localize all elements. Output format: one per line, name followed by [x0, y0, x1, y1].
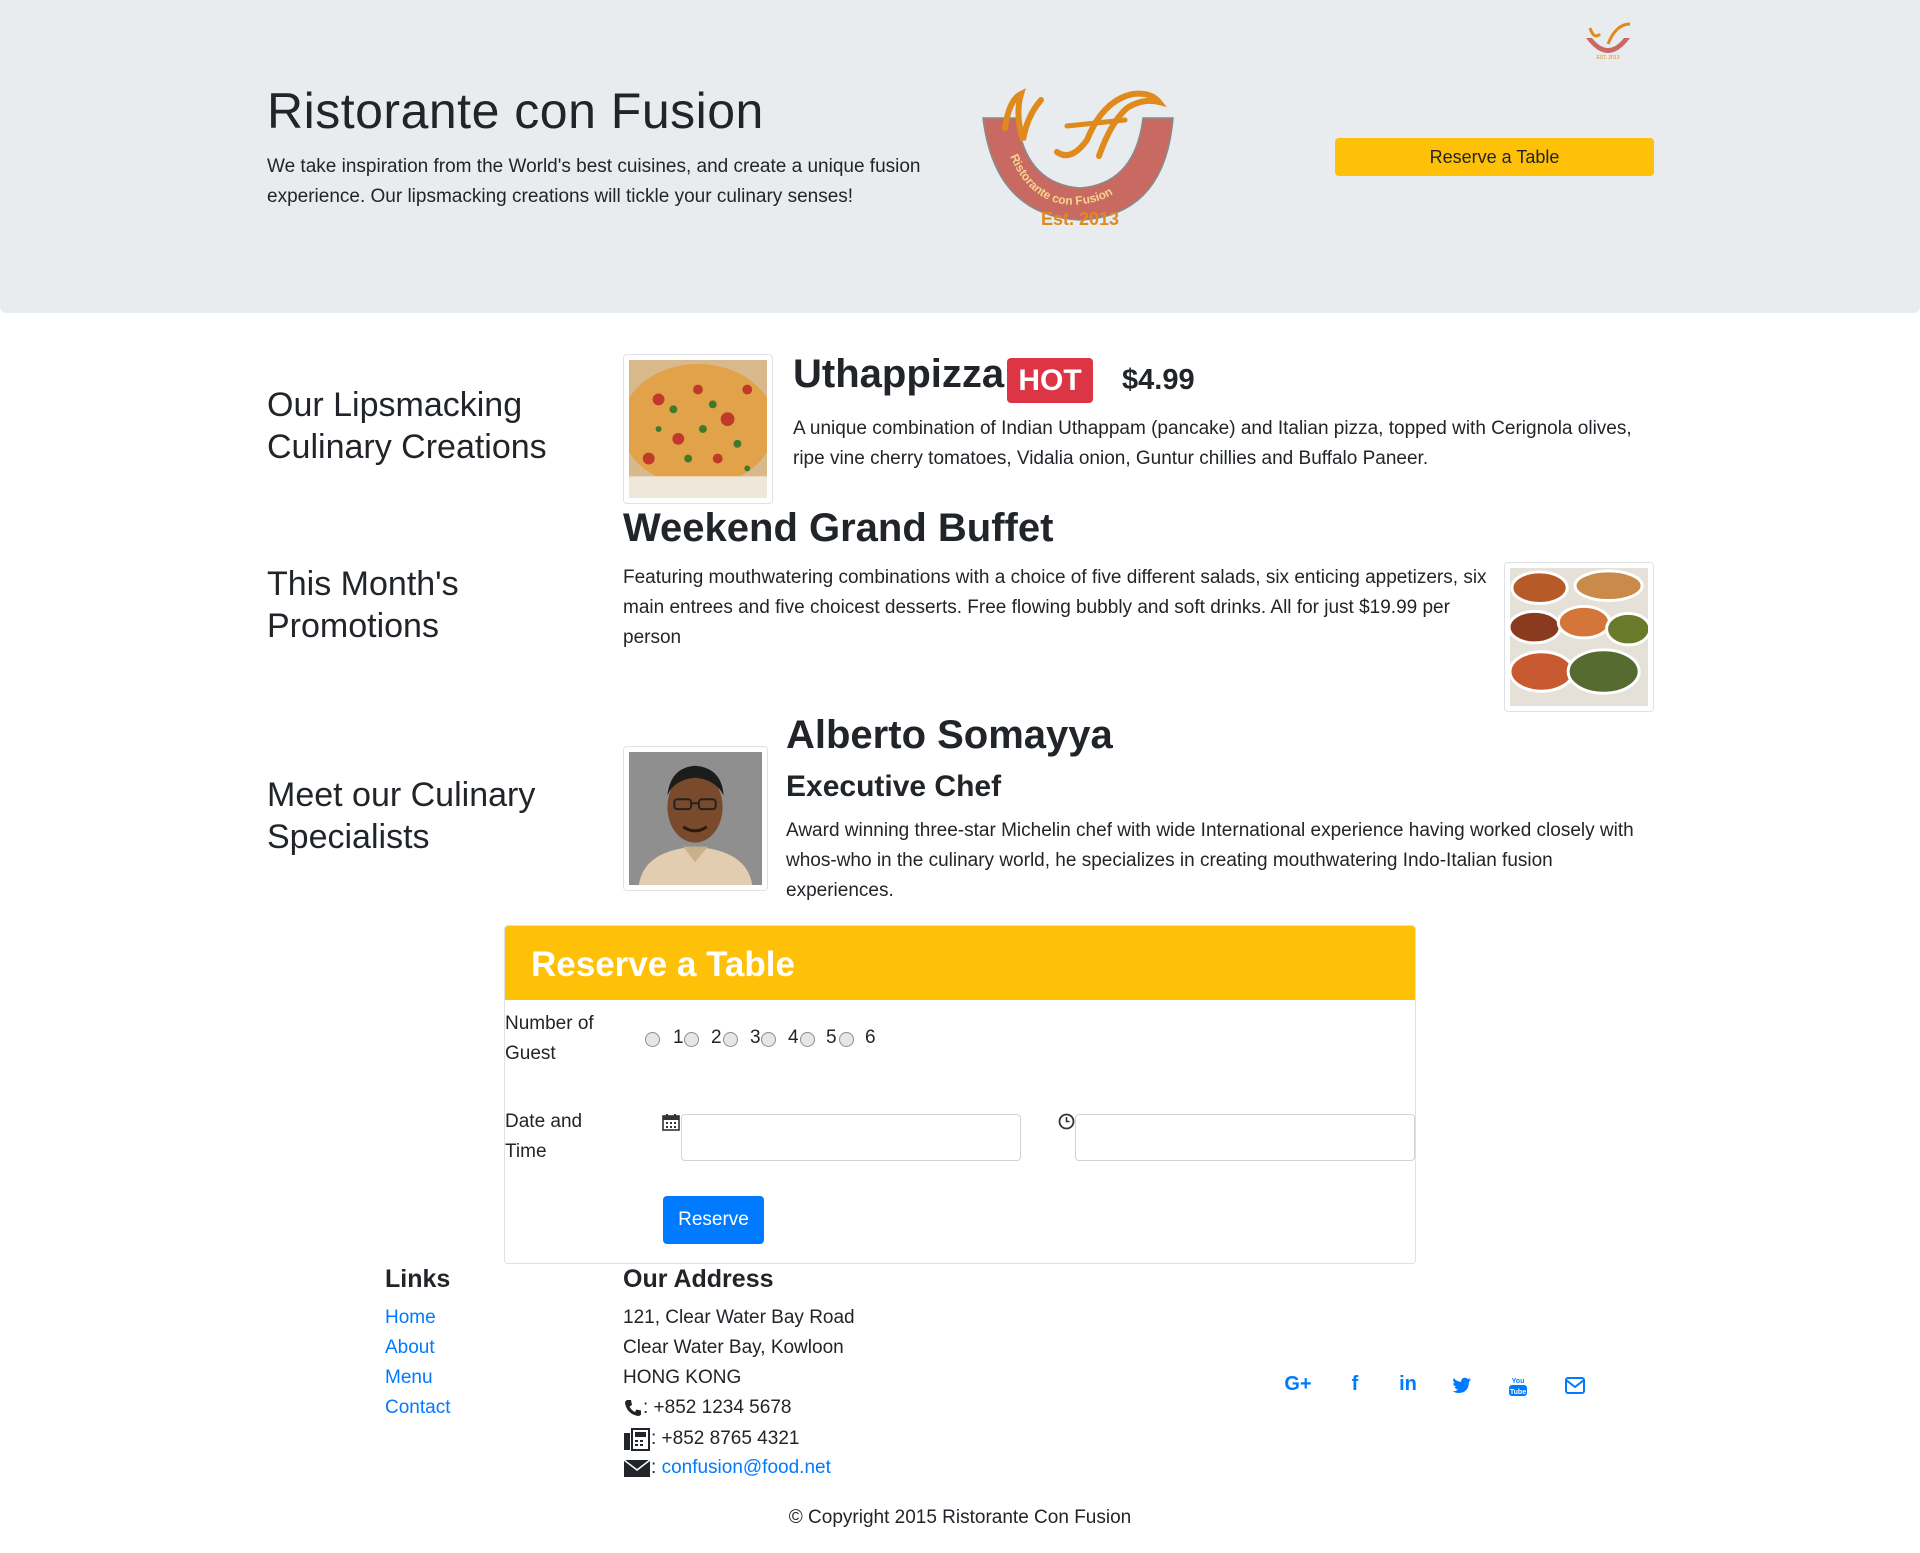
dish-section-heading: Our Lipsmacking Culinary Creations [267, 386, 547, 466]
address-line: HONG KONG [623, 1367, 742, 1388]
youtube-icon[interactable]: You Tube [1508, 1375, 1528, 1397]
chef-section-heading: Meet our Culinary Specialists [267, 776, 536, 856]
footer-link-contact[interactable]: Contact [385, 1397, 450, 1419]
svg-text:You: You [1512, 1378, 1525, 1385]
guest-radio-2[interactable] [684, 1032, 699, 1047]
guest-radio-6[interactable] [839, 1032, 854, 1047]
header-reserve-button[interactable]: Reserve a Table [1335, 138, 1654, 176]
dish-price: $4.99 [1122, 364, 1195, 396]
guest-radio-3[interactable] [723, 1032, 738, 1047]
footer-links-heading: Links [385, 1265, 451, 1293]
site-tagline: We take inspiration from the World's bes… [267, 156, 921, 207]
google-plus-icon[interactable]: G+ [1283, 1373, 1313, 1396]
guests-label: Number of Guest [505, 1013, 594, 1064]
reserve-card-header: Reserve a Table [505, 926, 1415, 1000]
guest-option-label: 2 [711, 1027, 722, 1048]
chef-title: Executive Chef [786, 770, 1002, 803]
footer-address-heading: Our Address [623, 1265, 774, 1293]
promotion-name: Weekend Grand Buffet [623, 506, 1054, 550]
guest-radio-4[interactable] [761, 1032, 776, 1047]
twitter-icon[interactable] [1452, 1377, 1472, 1394]
fax-icon [624, 1428, 650, 1451]
fax-line: : +852 8765 4321 [623, 1427, 799, 1451]
address-line: Clear Water Bay, Kowloon [623, 1337, 844, 1358]
guest-option-label: 3 [750, 1027, 761, 1048]
date-input[interactable] [681, 1114, 1021, 1161]
navbar-logo[interactable]: EST. 2013 [1580, 18, 1636, 62]
svg-text:Tube: Tube [1510, 1389, 1526, 1396]
hot-badge: HOT [1007, 358, 1093, 403]
phone-line: : +852 1234 5678 [623, 1397, 791, 1419]
dish-name: Uthappizza [793, 352, 1005, 396]
chef-name: Alberto Somayya [786, 713, 1113, 757]
copyright: © Copyright 2015 Ristorante Con Fusion [788, 1507, 1132, 1528]
time-input[interactable] [1075, 1114, 1415, 1161]
email-prefix: : [651, 1457, 657, 1478]
footer-link-about[interactable]: About [385, 1337, 435, 1359]
reserve-submit-button[interactable]: Reserve [663, 1196, 764, 1244]
date-time-label: Date and Time [505, 1111, 583, 1162]
clock-icon [1058, 1113, 1075, 1130]
promotion-description: Featuring mouthwatering combinations wit… [623, 567, 1487, 648]
guest-option-label: 1 [673, 1027, 684, 1048]
address-line: 121, Clear Water Bay Road [623, 1307, 855, 1328]
dish-image [623, 354, 773, 504]
dish-description: A unique combination of Indian Uthappam … [793, 418, 1632, 469]
calendar-icon [662, 1114, 680, 1131]
guest-option-label: 4 [788, 1027, 799, 1048]
guest-option-label: 6 [865, 1027, 876, 1048]
guest-option-label: 5 [826, 1027, 837, 1048]
chef-description: Award winning three-star Michelin chef w… [786, 820, 1634, 901]
reserve-table-card: Reserve a Table Number of Guest 1 2 3 4 … [504, 925, 1416, 1264]
svg-text:EST. 2013: EST. 2013 [1596, 55, 1619, 61]
envelope-icon [623, 1459, 651, 1477]
logo-est-text: Est. 2013 [1041, 209, 1119, 229]
guest-radio-1[interactable] [645, 1032, 660, 1047]
restaurant-logo: Ristorante con Fusion Est. 2013 [982, 88, 1174, 229]
jumbotron-header: EST. 2013 Ristorante con Fusion We take … [0, 0, 1920, 313]
email-link[interactable]: confusion@food.net [662, 1457, 831, 1478]
chef-photo [623, 746, 768, 891]
footer-link-home[interactable]: Home [385, 1307, 436, 1329]
guest-radio-5[interactable] [800, 1032, 815, 1047]
facebook-icon[interactable]: f [1340, 1373, 1370, 1396]
reserve-card-title: Reserve a Table [531, 945, 795, 984]
phone-icon [625, 1399, 641, 1416]
promotion-image [1504, 562, 1654, 712]
site-title: Ristorante con Fusion [267, 83, 764, 139]
footer-link-menu[interactable]: Menu [385, 1367, 433, 1389]
fax-number: : +852 8765 4321 [651, 1428, 800, 1450]
promo-section-heading: This Month's Promotions [267, 565, 459, 645]
envelope-icon[interactable] [1565, 1377, 1585, 1394]
phone-number: : +852 1234 5678 [643, 1397, 792, 1418]
linkedin-icon[interactable]: in [1393, 1373, 1423, 1396]
email-line: : confusion@food.net [623, 1457, 831, 1479]
